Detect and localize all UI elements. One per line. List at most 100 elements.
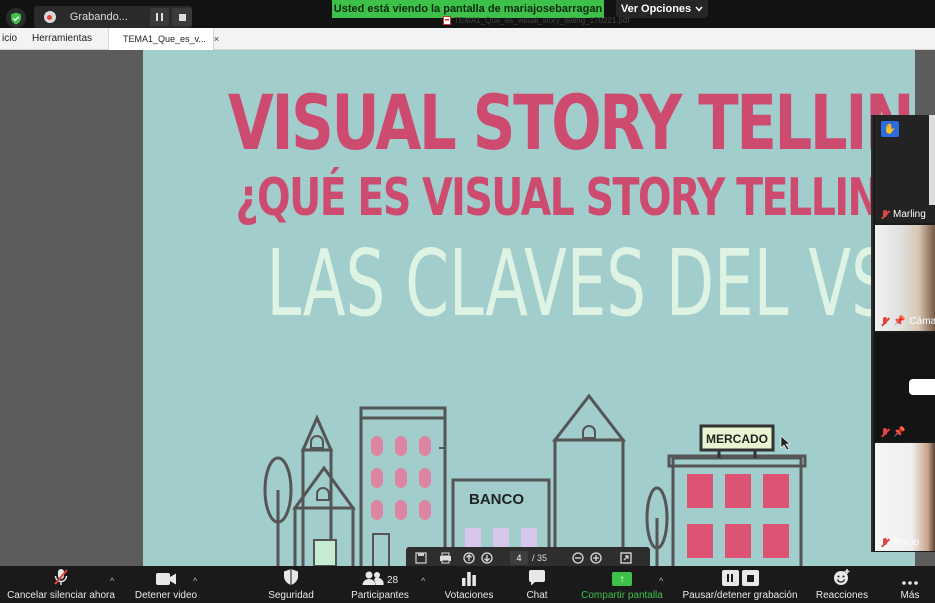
pdf-file-icon (443, 16, 451, 25)
participant-name: Cáma (909, 316, 935, 327)
save-icon[interactable] (412, 551, 430, 565)
recording-label: Grabando... (69, 11, 128, 23)
participant-name-tag: 📌 (881, 427, 909, 438)
more-button[interactable]: Más (892, 566, 928, 603)
participants-options-chevron-icon[interactable]: ^ (421, 576, 425, 586)
bank-sign: BANCO (469, 491, 524, 508)
zoom-out-icon[interactable] (569, 551, 587, 565)
house-door (313, 539, 337, 566)
participant-tile[interactable]: 📌 Cáma (875, 225, 935, 331)
tab-close-icon[interactable]: × (214, 34, 219, 44)
stop-recording-button[interactable] (172, 8, 192, 26)
participants-icon (362, 571, 384, 585)
participant-video (875, 443, 935, 551)
participants-button[interactable]: 28 Participantes (344, 566, 416, 603)
market-sign: MERCADO (706, 432, 768, 446)
view-options-label: Ver Opciones (620, 3, 692, 15)
share-screen-button[interactable]: ↑ Compartir pantalla (574, 566, 670, 603)
mic-muted-icon (881, 537, 889, 548)
polls-label: Votaciones (444, 590, 494, 601)
tall-building-windows (371, 436, 431, 520)
slide-page: VISUAL STORY TELLING ¿QUÉ ES VISUAL STOR… (143, 50, 915, 566)
video-options-chevron-icon[interactable]: ^ (193, 576, 197, 586)
reactions-smiley-icon (834, 569, 850, 585)
pause-recording-button[interactable] (149, 8, 170, 26)
market-windows (687, 474, 789, 558)
pdf-tab[interactable]: TEMA1_Que_es_v... × (108, 28, 219, 50)
participant-tile[interactable]: ✋ Marling (875, 115, 935, 223)
participant-tile[interactable]: 📌 (875, 333, 935, 441)
participant-avatar (909, 379, 935, 395)
stop-icon (178, 13, 186, 21)
security-label: Seguridad (268, 590, 314, 601)
mic-muted-icon (881, 209, 889, 220)
document-title-text: TEMA1_Que_es_visual_story_telling_170221… (454, 16, 630, 25)
security-shield-icon[interactable] (6, 8, 26, 28)
mic-muted-icon (881, 316, 889, 327)
fit-page-icon[interactable] (617, 551, 635, 565)
zoom-window: icio Herramientas TEMA1_Que_es_v... × VI… (0, 0, 935, 603)
reactions-label: Reacciones (815, 590, 869, 601)
polls-button[interactable]: Votaciones (440, 566, 498, 603)
stop-video-button[interactable]: Detener video (130, 566, 202, 603)
page-down-icon[interactable] (478, 551, 496, 565)
stop-video-label: Detener video (134, 590, 198, 601)
menu-tools[interactable]: Herramientas (32, 33, 92, 44)
participant-name-tag: Marling (881, 209, 926, 220)
pause-recording-toolbar-button[interactable]: Pausar/detener grabación (676, 566, 804, 603)
more-dots-icon (902, 581, 918, 585)
participant-name-tag: Rocío (881, 537, 919, 548)
city-illustration: BANCO MERCADO (263, 393, 807, 566)
share-options-chevron-icon[interactable]: ^ (659, 576, 663, 586)
chat-button[interactable]: Chat (514, 566, 560, 603)
participant-name: Marling (893, 209, 926, 220)
zoom-toolbar: Cancelar silenciar ahora ^ Detener video… (0, 566, 935, 603)
reactions-button[interactable]: Reacciones (812, 566, 872, 603)
raised-hand-icon: ✋ (881, 121, 899, 137)
zoom-top-bar: Grabando... Usted está viendo la pantall… (0, 0, 935, 28)
pause-icon (155, 13, 163, 21)
mic-muted-icon (54, 569, 68, 585)
pdf-menubar: icio Herramientas TEMA1_Que_es_v... × (0, 28, 935, 50)
audio-options-chevron-icon[interactable]: ^ (110, 576, 114, 586)
zoom-in-icon[interactable] (587, 551, 605, 565)
shield-icon (284, 569, 298, 585)
pause-recording-label: Pausar/detener grabación (682, 590, 798, 601)
chevron-down-icon (695, 6, 703, 12)
page-up-icon[interactable] (460, 551, 478, 565)
mic-muted-icon (881, 427, 889, 438)
stop-icon (741, 570, 759, 586)
participant-gallery: ✋ Marling 📌 Cáma 📌 Rocío (871, 115, 935, 552)
page-number-input[interactable]: 4 (510, 551, 528, 565)
recording-indicator: Grabando... (34, 6, 192, 28)
pause-icon (721, 570, 739, 586)
polls-icon (462, 572, 476, 586)
bank-windows (465, 528, 537, 548)
steeple-roof (551, 393, 627, 442)
participant-name: Rocío (893, 537, 920, 548)
recording-dot-icon (44, 11, 56, 23)
document-title: TEMA1_Que_es_visual_story_telling_170221… (443, 16, 630, 25)
menu-home[interactable]: icio (2, 33, 17, 44)
pdf-tab-label: TEMA1_Que_es_v... (123, 34, 206, 44)
participant-tile[interactable]: Rocío (875, 443, 935, 551)
pin-icon: 📌 (893, 427, 906, 438)
chat-label: Chat (526, 590, 548, 601)
unmute-label: Cancelar silenciar ahora (7, 590, 115, 601)
participants-count: 28 (386, 575, 399, 586)
share-screen-icon: ↑ (612, 572, 632, 586)
video-camera-icon (156, 573, 176, 585)
video-edge (929, 115, 935, 205)
participants-label: Participantes (351, 590, 409, 601)
mouse-cursor-icon (780, 435, 791, 451)
security-button[interactable]: Seguridad (260, 566, 322, 603)
pin-icon: 📌 (893, 316, 906, 327)
page-total: / 35 (532, 553, 548, 563)
participant-name-tag: 📌 Cáma (881, 316, 935, 327)
share-screen-label: Compartir pantalla (581, 590, 663, 601)
tower-roof (300, 414, 334, 452)
print-icon[interactable] (436, 551, 454, 565)
chat-icon (529, 570, 545, 586)
more-label: Más (900, 590, 920, 601)
unmute-button[interactable]: Cancelar silenciar ahora (2, 566, 120, 603)
